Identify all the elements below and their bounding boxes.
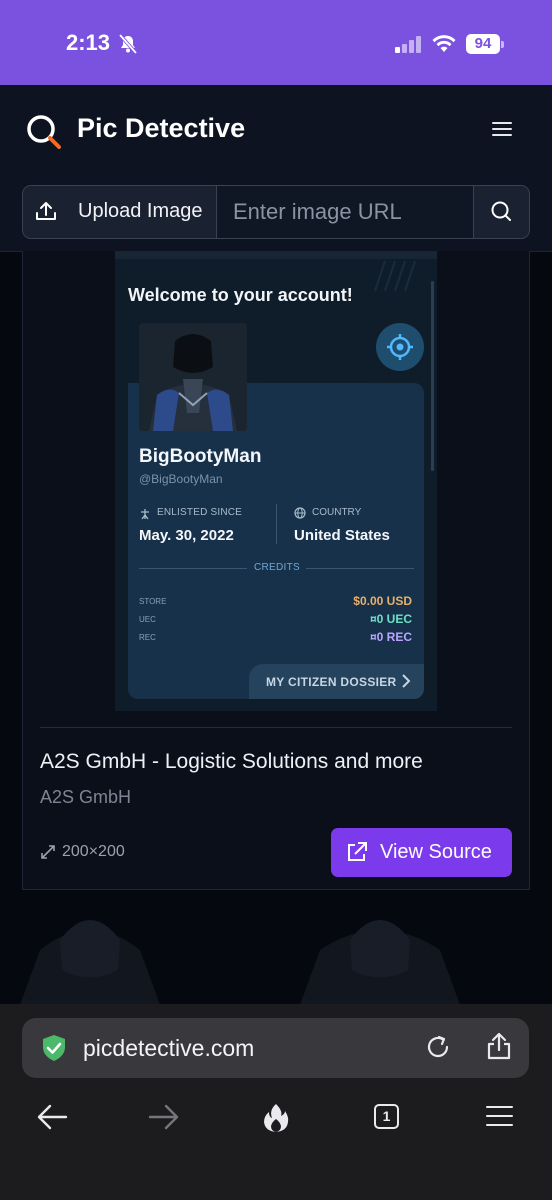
search-icon: [491, 201, 511, 221]
browser-menu-icon[interactable]: [486, 1106, 513, 1128]
preview-handle: @BigBootyMan: [139, 472, 223, 486]
credit-uec-label: UEC: [139, 615, 156, 624]
credit-uec-value: ¤0 UEC: [369, 612, 412, 626]
reload-icon[interactable]: [424, 1033, 452, 1066]
bell-muted-icon: [117, 33, 139, 59]
battery-indicator: 94: [466, 34, 500, 54]
expand-dimensions-icon: [40, 844, 56, 865]
credit-store-label: STORE: [139, 597, 167, 606]
credit-rec-label: REC: [139, 633, 156, 642]
app-title: Pic Detective: [77, 113, 246, 143]
forward-arrow-icon[interactable]: [148, 1103, 180, 1136]
result-site-name: A2S GmbH: [40, 787, 132, 807]
share-icon[interactable]: [485, 1031, 513, 1066]
cellular-signal-icon: [395, 36, 423, 58]
thumbnail-top-strip: [115, 251, 437, 259]
external-link-icon: [346, 841, 368, 868]
status-time: 2:13: [66, 30, 111, 55]
avatar: [139, 323, 247, 431]
preview-username: BigBootyMan: [139, 446, 262, 467]
enlisted-date: May. 30, 2022: [139, 527, 234, 544]
crosshair-target-icon[interactable]: [376, 323, 424, 371]
citizen-dossier-label: MY CITIZEN DOSSIER: [266, 675, 397, 689]
image-dimensions: 200×200: [62, 843, 125, 860]
magnifier-logo-icon: [26, 114, 62, 155]
back-arrow-icon[interactable]: [36, 1103, 68, 1136]
panel-tab-shape: [250, 383, 424, 413]
background-art: [0, 890, 552, 1005]
tab-count-button[interactable]: 1: [374, 1104, 399, 1129]
enlisted-since-label: ENLISTED SINCE: [157, 507, 243, 518]
info-divider: [276, 504, 277, 544]
upload-image-label: Upload Image: [78, 200, 203, 222]
upload-icon: [35, 200, 57, 227]
battery-cap: [501, 41, 504, 48]
credit-store-value: $0.00 USD: [353, 594, 412, 608]
country-value: United States: [294, 527, 390, 544]
card-separator: [40, 727, 512, 728]
search-button[interactable]: [473, 186, 529, 238]
preview-welcome-text: Welcome to your account!: [128, 285, 353, 305]
menu-button[interactable]: [489, 118, 515, 140]
wifi-icon: [431, 33, 457, 58]
country-label: COUNTRY: [312, 507, 362, 518]
credits-divider-right: [306, 568, 414, 569]
chevron-right-icon: [400, 674, 412, 693]
credits-label: CREDITS: [254, 562, 300, 573]
credit-rec-value: ¤0 REC: [369, 630, 412, 644]
url-text: picdetective.com: [83, 1035, 255, 1061]
image-url-input[interactable]: [217, 186, 472, 238]
fire-icon[interactable]: [261, 1102, 291, 1139]
enlist-icon: [139, 507, 151, 525]
shield-check-icon: [39, 1033, 69, 1068]
globe-icon: [294, 506, 306, 524]
view-source-label: View Source: [380, 841, 492, 863]
credits-divider-left: [139, 568, 247, 569]
result-title[interactable]: A2S GmbH - Logistic Solutions and more: [40, 750, 423, 774]
